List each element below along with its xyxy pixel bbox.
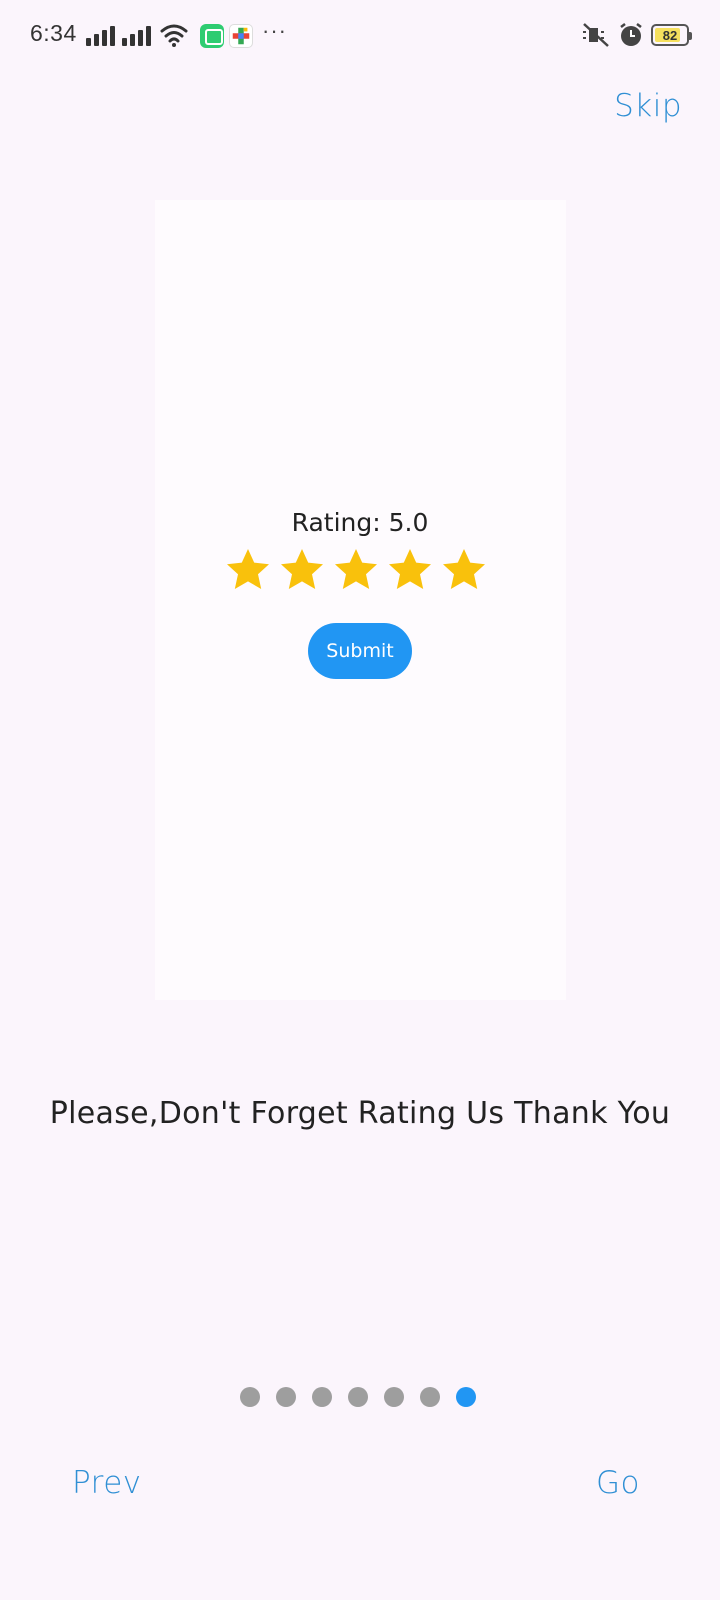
page-dot bbox=[456, 1387, 476, 1407]
alarm-icon bbox=[620, 23, 642, 46]
star-icon[interactable] bbox=[224, 546, 272, 594]
skip-button[interactable]: Skip bbox=[614, 88, 682, 124]
battery-level: 82 bbox=[662, 27, 678, 43]
page-dot bbox=[348, 1387, 368, 1407]
more-icon: ··· bbox=[262, 18, 287, 43]
page-dot bbox=[276, 1387, 296, 1407]
rating-preview-card bbox=[155, 200, 566, 1000]
onboarding-screen: 6:34 ··· 82 Skip Rating: 5.0 Submit Plea… bbox=[0, 0, 720, 1600]
battery-tip bbox=[689, 32, 692, 40]
battery-icon: 82 bbox=[651, 24, 692, 46]
page-dot bbox=[312, 1387, 332, 1407]
status-bar: 6:34 ··· 82 bbox=[0, 0, 720, 72]
chat-app-icon bbox=[200, 24, 224, 48]
star-icon[interactable] bbox=[440, 546, 488, 594]
page-dot bbox=[420, 1387, 440, 1407]
prev-button[interactable]: Prev bbox=[72, 1465, 142, 1501]
page-dot bbox=[240, 1387, 260, 1407]
star-icon[interactable] bbox=[278, 546, 326, 594]
star-icon[interactable] bbox=[332, 546, 380, 594]
wifi-icon bbox=[160, 24, 188, 47]
mute-icon bbox=[583, 23, 609, 47]
page-dot bbox=[384, 1387, 404, 1407]
rating-label: Rating: 5.0 bbox=[291, 508, 429, 537]
page-indicator bbox=[240, 1387, 476, 1407]
star-rating-bar[interactable] bbox=[224, 546, 488, 594]
status-time: 6:34 bbox=[30, 20, 77, 46]
signal-icon bbox=[122, 24, 152, 46]
app-icon bbox=[229, 24, 253, 48]
submit-button[interactable]: Submit bbox=[308, 623, 412, 679]
go-button[interactable]: Go bbox=[596, 1465, 640, 1501]
rating-reminder-message: Please,Don't Forget Rating Us Thank You bbox=[49, 1096, 671, 1131]
star-icon[interactable] bbox=[386, 546, 434, 594]
signal-icon bbox=[86, 24, 116, 46]
